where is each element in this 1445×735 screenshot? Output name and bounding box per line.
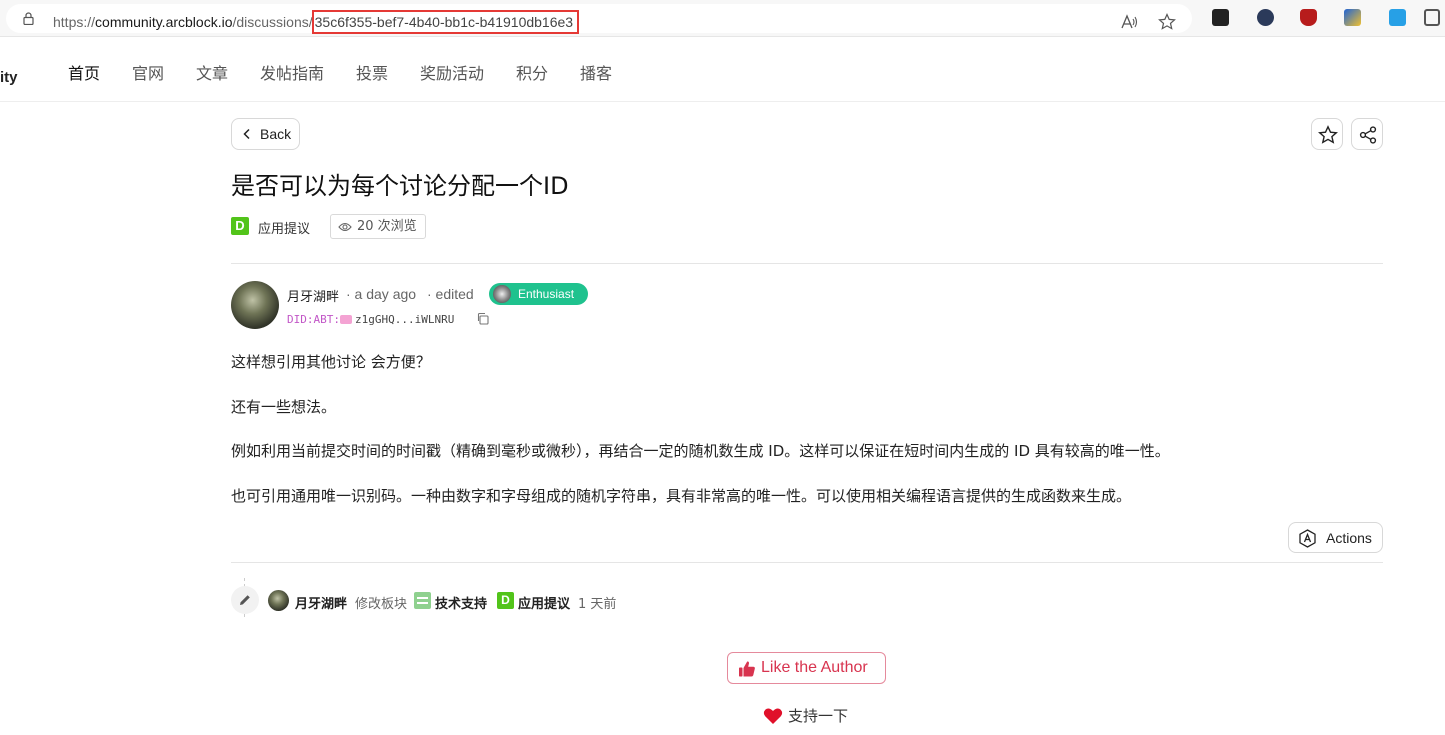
header-divider xyxy=(231,263,1383,264)
author-avatar[interactable] xyxy=(231,281,279,329)
eye-icon xyxy=(338,222,352,232)
url-text: https://community.arcblock.io/discussion… xyxy=(53,10,580,34)
read-aloud-icon[interactable] xyxy=(1120,13,1138,31)
post-title: 是否可以为每个讨论分配一个ID xyxy=(231,172,569,200)
actions-button[interactable]: Actions xyxy=(1288,522,1383,553)
nav-official-site[interactable]: 官网 xyxy=(132,60,164,84)
activity-board-tag-icon: D xyxy=(497,592,514,609)
nav-home[interactable]: 首页 xyxy=(68,60,100,84)
nav-articles[interactable]: 文章 xyxy=(196,60,228,84)
post-paragraph-4: 也可引用通用唯一识别码。一种由数字和字母组成的随机字符串，具有非常高的唯一性。可… xyxy=(231,487,1132,505)
actions-label: Actions xyxy=(1326,530,1372,546)
nav-rewards[interactable]: 奖励活动 xyxy=(420,60,484,84)
activity-time: 1 天前 xyxy=(578,597,617,612)
url-id-highlight: 35c6f355-bef7-4b40-bb1c-b41910db16e3 xyxy=(311,10,580,34)
heart-icon xyxy=(763,708,783,724)
tech-support-tag-icon xyxy=(414,592,431,609)
activity-user-avatar[interactable] xyxy=(268,590,289,611)
did-value: z1gGHQ...iWLNRU xyxy=(354,313,455,326)
activity-edit-marker xyxy=(231,586,259,614)
badge-label: Enthusiast xyxy=(518,287,575,301)
thumbs-up-icon xyxy=(739,661,755,677)
copy-icon[interactable] xyxy=(476,312,489,325)
post-paragraph-2: 还有一些想法。 xyxy=(231,398,337,416)
share-button[interactable] xyxy=(1351,118,1383,150)
extension-icon-4[interactable] xyxy=(1344,9,1361,26)
body-divider xyxy=(231,562,1383,563)
browser-toolbar: https://community.arcblock.io/discussion… xyxy=(0,0,1445,37)
address-bar[interactable]: https://community.arcblock.io/discussion… xyxy=(6,4,1192,34)
ai-actions-icon xyxy=(1299,529,1316,548)
nav-points[interactable]: 积分 xyxy=(516,60,548,84)
url-prefix: https:// xyxy=(53,14,96,30)
extension-icon-2[interactable] xyxy=(1257,9,1274,26)
view-count: 20 次浏览 xyxy=(330,214,426,239)
extension-icon-5[interactable] xyxy=(1389,9,1406,26)
activity-to-board[interactable]: 应用提议 xyxy=(518,593,570,612)
view-count-text: 20 次浏览 xyxy=(357,219,417,234)
author-did: DID:ABT: z1gGHQ...iWLNRU xyxy=(287,313,454,326)
nav-posting-guide[interactable]: 发帖指南 xyxy=(260,60,324,84)
post-paragraph-1: 这样想引用其他讨论 会方便？ xyxy=(231,353,431,371)
nav-vote[interactable]: 投票 xyxy=(356,60,388,84)
chevron-left-icon xyxy=(243,128,250,140)
url-host: community.arcblock.io xyxy=(95,14,233,30)
enthusiast-badge: Enthusiast xyxy=(489,283,588,305)
site-header: ity 首页 官网 文章 发帖指南 投票 奖励活动 积分 播客 xyxy=(0,38,1445,102)
share-icon xyxy=(1359,126,1377,144)
back-button[interactable]: Back xyxy=(231,118,300,150)
support-label: 支持一下 xyxy=(788,707,849,725)
edited-label[interactable]: · edited xyxy=(427,286,474,302)
extension-icon-1[interactable] xyxy=(1212,9,1229,26)
url-path: /discussions/ xyxy=(232,14,313,30)
badge-icon xyxy=(493,285,511,303)
back-label: Back xyxy=(260,126,292,142)
activity-from-board[interactable]: 技术支持 xyxy=(435,593,487,612)
board-tag-icon: D xyxy=(231,217,249,235)
did-prefix: DID:ABT: xyxy=(287,313,340,326)
nav-podcast[interactable]: 播客 xyxy=(580,60,612,84)
did-avatar-icon xyxy=(339,315,352,324)
pencil-icon xyxy=(240,595,250,605)
sidebar-toggle-icon[interactable] xyxy=(1424,9,1440,26)
star-icon xyxy=(1318,125,1338,144)
author-name[interactable]: 月牙湖畔 xyxy=(287,286,339,305)
like-author-label: Like the Author xyxy=(761,659,868,676)
post-time: · a day ago xyxy=(346,286,417,302)
favorite-star-icon[interactable] xyxy=(1158,13,1176,31)
brand-text[interactable]: ity xyxy=(0,69,18,86)
board-link[interactable]: 应用提议 xyxy=(258,218,310,237)
activity-action: 修改板块 xyxy=(355,597,408,612)
like-author-button[interactable]: Like the Author xyxy=(727,652,886,684)
bookmark-button[interactable] xyxy=(1311,118,1343,150)
ublock-icon[interactable] xyxy=(1300,9,1317,26)
activity-user[interactable]: 月牙湖畔 xyxy=(295,593,347,612)
lock-icon xyxy=(23,12,34,25)
post-paragraph-3: 例如利用当前提交时间的时间戳（精确到毫秒或微秒），再结合一定的随机数生成 ID。… xyxy=(231,442,1170,460)
